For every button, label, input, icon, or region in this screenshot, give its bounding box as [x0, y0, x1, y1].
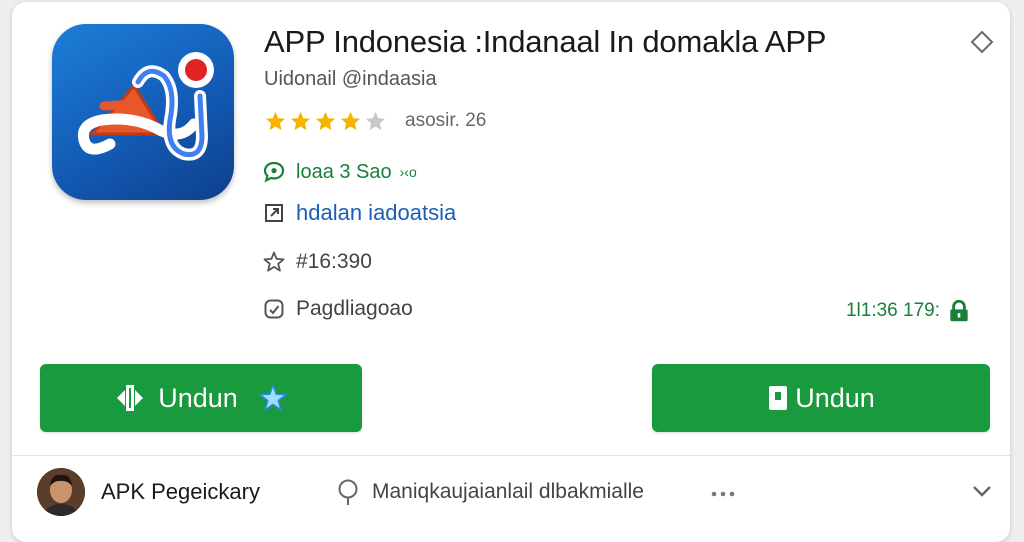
chevron-down-icon[interactable] — [972, 484, 992, 498]
location-pin-icon — [338, 479, 358, 505]
download-shield-icon — [117, 385, 144, 411]
download-label-right: Undun — [795, 382, 875, 413]
download-button-left[interactable]: Undun — [40, 364, 362, 432]
star-empty-icon — [365, 111, 386, 131]
external-link-icon — [265, 204, 283, 222]
star-filled-icon — [340, 111, 361, 131]
footer-divider — [12, 455, 1010, 456]
updated-row: Pagdliagoao — [262, 295, 413, 323]
more-dots-icon[interactable] — [710, 490, 736, 498]
diamond-icon[interactable] — [970, 30, 994, 54]
category-link[interactable]: hdalan iadoatsia — [296, 200, 456, 226]
downloads-row: loaa 3 Sao ›‹o — [262, 158, 417, 186]
clock-icon — [264, 299, 284, 319]
star-filled-icon — [290, 111, 311, 131]
app-card: APP Indonesia :Indanaal In domakla APP U… — [12, 2, 1010, 542]
app-title: APP Indonesia :Indanaal In domakla APP — [264, 24, 827, 59]
sparkle-star-icon — [259, 384, 287, 411]
file-size: 1l1:36 179: — [846, 298, 972, 324]
downloads-sub: ›‹o — [399, 164, 417, 180]
rating-row: asosir. 26 — [264, 108, 486, 134]
lock-icon — [950, 299, 968, 322]
avatar[interactable] — [37, 468, 85, 516]
rating-text: asosir. 26 — [405, 110, 487, 131]
downloads-count: loaa 3 Sao — [296, 160, 392, 183]
chat-bubble-icon — [263, 161, 285, 183]
version-row: #16:390 — [262, 248, 372, 276]
file-size-text: 1l1:36 179: — [845, 300, 940, 321]
category-row[interactable]: hdalan iadoatsia — [262, 199, 456, 227]
download-button-right[interactable]: Undun — [652, 364, 990, 432]
star-outline-icon — [263, 251, 285, 272]
star-rating — [264, 110, 389, 132]
avatar-image — [37, 468, 85, 516]
comment-text: Maniqkaujaianlail dlbakmialle — [372, 480, 644, 503]
star-filled-icon — [315, 111, 336, 131]
app-logo-icon — [77, 52, 214, 161]
version-text: #16:390 — [296, 250, 372, 273]
download-label-left: Undun — [158, 382, 238, 413]
updated-text: Pagdliagoao — [296, 297, 413, 320]
developer-name[interactable]: Uidonail @indaasia — [264, 68, 437, 91]
app-icon[interactable] — [52, 24, 234, 200]
star-filled-icon — [265, 111, 286, 131]
uploader-name[interactable]: APK Pegeickary — [101, 479, 260, 505]
file-icon — [769, 386, 788, 410]
